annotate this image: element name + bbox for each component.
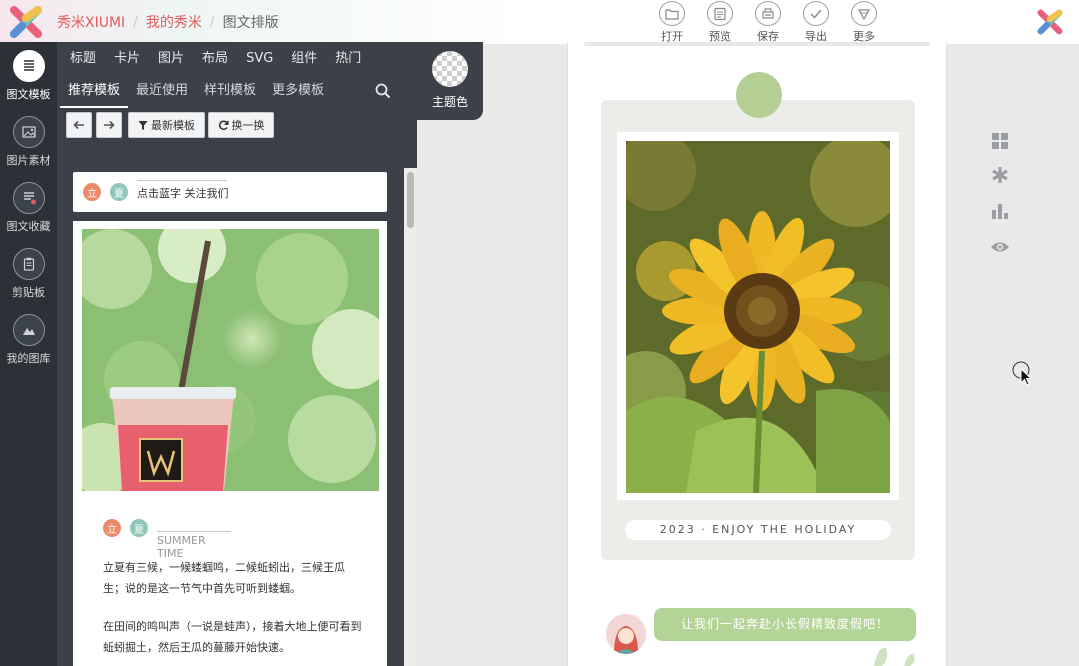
arrow-left-icon xyxy=(73,120,84,130)
more-button[interactable]: 更多 xyxy=(840,0,888,44)
save-icon xyxy=(755,1,781,26)
template-card-summer[interactable]: 立 夏 SUMMER TIME 立夏有三候，一候蝼蝈鸣，二候蚯蚓出，三候王瓜生；… xyxy=(73,221,387,666)
summer-time-subtitle: SUMMER TIME xyxy=(157,531,231,560)
top-header: 秀米XIUMI / 我的秀米 / 图文排版 打开 预览 保存 导出 更多 xyxy=(0,0,1079,44)
breadcrumb-separator: / xyxy=(133,14,138,30)
tab-component[interactable]: 组件 xyxy=(282,42,326,76)
theme-color-label: 主题色 xyxy=(431,95,468,109)
preview-icon xyxy=(707,1,733,26)
export-icon xyxy=(803,1,829,26)
preview-button[interactable]: 预览 xyxy=(696,0,744,44)
drink-photo xyxy=(82,229,379,491)
bar-chart-icon xyxy=(992,204,1008,219)
rail-label: 图片素材 xyxy=(6,154,51,167)
subtab-more[interactable]: 更多模板 xyxy=(264,76,332,108)
clipboard-icon xyxy=(12,248,45,280)
grid-icon xyxy=(992,133,1008,149)
tag-badge: 立 xyxy=(103,519,121,537)
toolbar: 打开 预览 保存 导出 更多 xyxy=(648,0,888,44)
chart-tool-button[interactable] xyxy=(985,198,1015,224)
tab-layout[interactable]: 布局 xyxy=(193,42,237,76)
follow-text: 点击蓝字 关注我们 xyxy=(137,187,229,200)
asterisk-icon xyxy=(992,167,1008,183)
canvas-top-divider xyxy=(584,42,930,46)
prev-button[interactable] xyxy=(66,112,92,138)
gallery-icon xyxy=(12,314,45,346)
tag-badge: 夏 xyxy=(110,183,128,201)
rail-label: 我的图库 xyxy=(6,352,51,365)
tab-svg[interactable]: SVG xyxy=(237,42,282,76)
breadcrumb-home[interactable]: 秀米XIUMI xyxy=(57,12,125,32)
eye-icon xyxy=(991,242,1009,252)
filter-icon xyxy=(138,120,148,130)
sunflower-card[interactable]: 2023 · ENJOY THE HOLIDAY xyxy=(601,100,915,560)
xiumi-logo-icon[interactable] xyxy=(1036,8,1064,36)
rail-item-images[interactable]: 图片素材 xyxy=(0,110,57,176)
category-tabs: 标题 卡片 图片 布局 SVG 组件 热门 xyxy=(57,42,417,76)
template-subtabs: 推荐模板 最近使用 样刊模板 更多模板 xyxy=(57,76,417,108)
scrollbar-thumb[interactable] xyxy=(407,172,414,228)
editor-canvas[interactable]: 2023 · ENJOY THE HOLIDAY 让我们一起奔赴小长假精致度假吧… xyxy=(567,42,947,666)
divider-line xyxy=(137,180,227,181)
subtab-recommended[interactable]: 推荐模板 xyxy=(60,76,129,108)
tab-hot[interactable]: 热门 xyxy=(326,42,370,76)
theme-color-button[interactable]: 主题色 xyxy=(417,42,483,120)
tag-badge: 立 xyxy=(83,183,101,201)
xiumi-logo-icon[interactable] xyxy=(8,4,44,40)
breadcrumb-my-xiumi[interactable]: 我的秀米 xyxy=(146,12,202,32)
rail-item-gallery[interactable]: 我的图库 xyxy=(0,308,57,374)
tab-image[interactable]: 图片 xyxy=(149,42,193,76)
rail-label: 剪贴板 xyxy=(12,286,45,299)
summer-paragraph-1: 立夏有三候，一候蝼蝈鸣，二候蚯蚓出，三候王瓜生；说的是这一节气中首先可听到蝼蝈。 xyxy=(103,561,345,595)
left-rail: 图文模板 图片素材 图文收藏 剪贴板 我的图库 xyxy=(0,42,57,666)
photo-frame xyxy=(617,132,899,500)
message-bubble: 让我们一起奔赴小长假精致度假吧！ xyxy=(654,608,916,641)
folder-icon xyxy=(659,1,685,26)
breadcrumb-current: 图文排版 xyxy=(222,15,279,31)
rail-item-favorites[interactable]: 图文收藏 xyxy=(0,176,57,242)
more-icon xyxy=(851,1,877,26)
rail-label: 图文模板 xyxy=(6,88,51,101)
rail-item-templates[interactable]: 图文模板 xyxy=(0,44,57,110)
newest-templates-button[interactable]: 最新模板 xyxy=(128,112,205,138)
refresh-icon xyxy=(218,120,229,130)
breadcrumb-separator: / xyxy=(209,14,215,30)
image-icon xyxy=(12,116,45,148)
sunflower-photo[interactable] xyxy=(626,141,890,493)
breadcrumb: 秀米XIUMI / 我的秀米 / 图文排版 xyxy=(57,12,279,32)
grid-tool-button[interactable] xyxy=(985,128,1015,154)
avatar xyxy=(606,614,646,654)
template-list-scrollbar[interactable] xyxy=(404,168,417,666)
template-list: 立 夏 点击蓝字 关注我们 立 夏 SUMMER TIME 立夏有三候，一候蝼蝈… xyxy=(73,172,387,666)
decorative-circle xyxy=(736,72,782,118)
rail-label: 图文收藏 xyxy=(6,220,51,233)
mouse-cursor xyxy=(1012,361,1034,390)
favorites-icon xyxy=(12,182,45,214)
leaf-decoration-icon xyxy=(874,647,915,666)
export-button[interactable]: 导出 xyxy=(792,0,840,44)
summer-paragraph-2: 在田间的鸣叫声（一说是蛙声），接着大地上便可看到蚯蚓掘土，然后王瓜的蔓藤开始快速… xyxy=(103,620,362,654)
asterisk-tool-button[interactable] xyxy=(985,162,1015,188)
template-card-follow[interactable]: 立 夏 点击蓝字 关注我们 xyxy=(73,172,387,212)
theme-color-swatch xyxy=(432,51,468,87)
rail-item-clipboard[interactable]: 剪贴板 xyxy=(0,242,57,308)
template-icon xyxy=(12,50,45,82)
save-button[interactable]: 保存 xyxy=(744,0,792,44)
shuffle-label: 换一换 xyxy=(231,119,265,132)
eye-tool-button[interactable] xyxy=(985,234,1015,260)
shuffle-button[interactable]: 换一换 xyxy=(208,112,274,138)
search-icon[interactable] xyxy=(374,82,392,100)
subtab-recent[interactable]: 最近使用 xyxy=(128,76,196,108)
holiday-caption: 2023 · ENJOY THE HOLIDAY xyxy=(625,520,891,540)
tab-title[interactable]: 标题 xyxy=(61,42,105,76)
tag-badge: 夏 xyxy=(130,519,148,537)
next-button[interactable] xyxy=(96,112,122,138)
material-panel: 标题 卡片 图片 布局 SVG 组件 热门 推荐模板 最近使用 样刊模板 更多模… xyxy=(57,42,417,666)
subtab-sample[interactable]: 样刊模板 xyxy=(196,76,264,108)
arrow-right-icon xyxy=(104,120,115,130)
newest-templates-label: 最新模板 xyxy=(151,119,195,132)
open-button[interactable]: 打开 xyxy=(648,0,696,44)
tab-card[interactable]: 卡片 xyxy=(105,42,149,76)
